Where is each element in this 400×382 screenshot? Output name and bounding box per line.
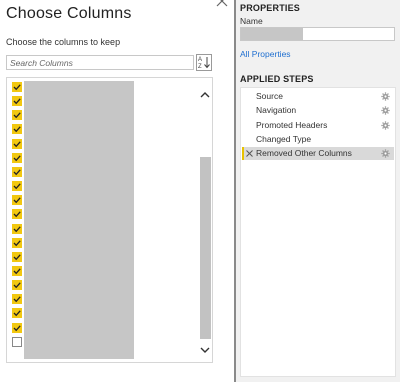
applied-step-label: Navigation	[256, 105, 297, 116]
applied-steps-header: APPLIED STEPS	[240, 74, 314, 84]
checkbox-checked-icon[interactable]	[12, 166, 22, 177]
dialog-subtitle: Choose the columns to keep	[6, 37, 121, 47]
dialog-title: Choose Columns	[6, 5, 132, 22]
svg-text:A: A	[198, 57, 202, 63]
checkbox-checked-icon[interactable]	[12, 209, 22, 220]
checkbox-checked-icon[interactable]	[12, 110, 22, 121]
checkbox-checked-icon[interactable]	[12, 265, 22, 276]
properties-header: PROPERTIES	[240, 3, 301, 13]
gear-icon[interactable]	[381, 149, 390, 158]
applied-step[interactable]: Removed Other Columns	[242, 147, 394, 161]
redacted-column-names	[24, 81, 134, 359]
sort-button[interactable]: A Z	[196, 54, 212, 71]
applied-step[interactable]: Navigation	[242, 104, 394, 117]
gear-icon[interactable]	[381, 106, 390, 115]
applied-step[interactable]: Source	[242, 90, 394, 103]
applied-step-label: Source	[256, 91, 283, 101]
close-icon[interactable]	[216, 0, 228, 7]
selected-step-indicator	[242, 147, 244, 161]
checkbox-checked-icon[interactable]	[12, 251, 22, 262]
applied-step-label: Promoted Headers	[256, 119, 328, 130]
applied-step[interactable]: Changed Type	[242, 133, 394, 146]
applied-step-label: Removed Other Columns	[256, 148, 352, 159]
sort-az-icon: A Z	[198, 57, 210, 70]
gear-icon[interactable]	[381, 120, 390, 130]
applied-step[interactable]: Promoted Headers	[242, 119, 394, 132]
checkbox-checked-icon[interactable]	[12, 237, 22, 248]
redacted-query-name	[241, 28, 303, 40]
name-label: Name	[240, 16, 263, 26]
checkbox-checked-icon[interactable]	[12, 181, 22, 192]
checkbox-checked-icon[interactable]	[12, 308, 22, 319]
checkbox-checked-icon[interactable]	[12, 96, 22, 107]
checkbox-checked-icon[interactable]	[12, 124, 22, 135]
applied-steps-list: Source Navigation Promoted Headers Changed …	[240, 87, 396, 377]
checkbox-checked-icon[interactable]	[12, 294, 22, 305]
checkbox-unchecked-icon[interactable]	[12, 336, 22, 347]
scroll-down-arrow-icon[interactable]	[199, 344, 211, 356]
scroll-up-arrow-icon[interactable]	[199, 89, 211, 101]
choose-columns-dialog: Choose Columns Choose the columns to kee…	[0, 0, 232, 382]
checkbox-checked-icon[interactable]	[12, 152, 22, 163]
applied-step-label: Changed Type	[256, 133, 312, 144]
checkbox-checked-icon[interactable]	[12, 138, 22, 149]
checkbox-checked-icon[interactable]	[12, 322, 22, 333]
scrollbar-thumb[interactable]	[200, 157, 211, 339]
search-columns-input[interactable]	[6, 55, 194, 70]
all-properties-link[interactable]: All Properties	[240, 49, 291, 59]
checkbox-checked-icon[interactable]	[12, 195, 22, 206]
query-settings-pane: PROPERTIES Name All Properties APPLIED S…	[236, 0, 400, 382]
checkbox-checked-icon[interactable]	[12, 280, 22, 291]
checkbox-checked-icon[interactable]	[12, 223, 22, 234]
svg-text:Z: Z	[198, 64, 202, 70]
delete-step-icon[interactable]	[246, 150, 253, 158]
gear-icon[interactable]	[381, 92, 390, 101]
checkbox-checked-icon[interactable]	[12, 82, 22, 92]
